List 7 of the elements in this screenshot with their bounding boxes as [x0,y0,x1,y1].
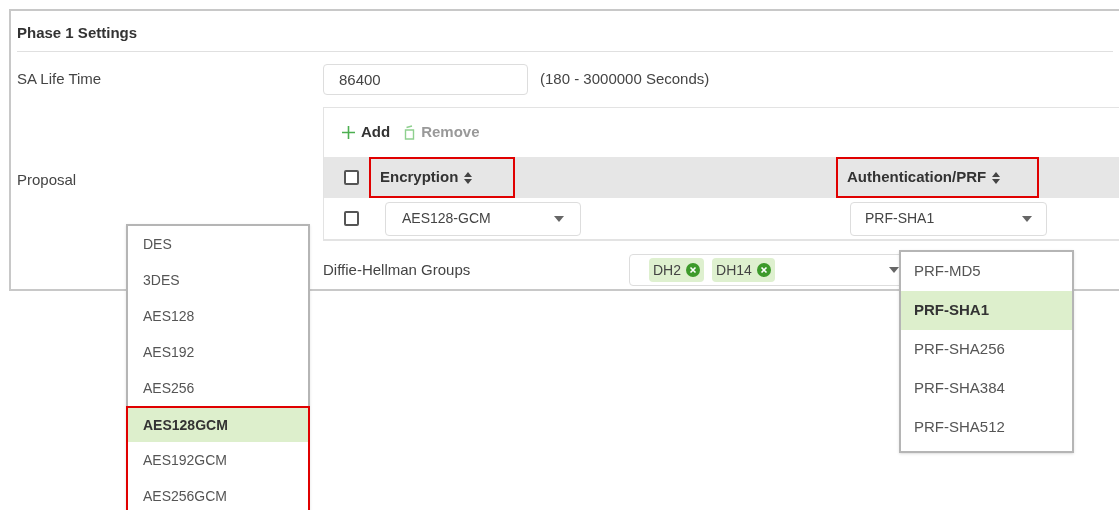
field-label: SA Life Time [16,69,103,90]
field-label: Diffie-Hellman Groups [323,259,472,280]
tag: DH14 [712,258,775,282]
panel-title: Phase 1 Settings [17,22,138,43]
range-hint: (180 - 3000000 Seconds) [540,69,710,90]
field-label: Proposal [17,169,77,190]
tag: DH2 [649,258,704,282]
